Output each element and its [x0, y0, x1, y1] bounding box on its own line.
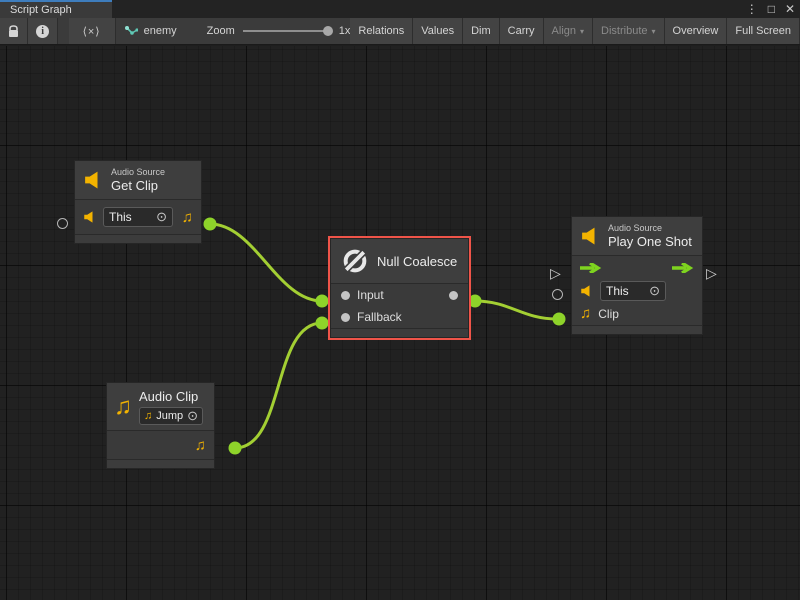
node-null-coalesce[interactable]: Null Coalesce Input Fallback — [330, 238, 469, 338]
inspect-button[interactable]: i — [28, 18, 58, 44]
node-footer — [75, 234, 201, 243]
window-controls: ⋮ □ ✕ — [746, 0, 795, 18]
menu-icon[interactable]: ⋮ — [746, 2, 758, 16]
wire-getclip-to-input[interactable] — [210, 224, 322, 301]
tab-bar: Script Graph ⋮ □ ✕ — [0, 0, 800, 18]
port-play-clip[interactable] — [553, 313, 566, 326]
overview-button[interactable]: Overview — [665, 18, 728, 44]
carry-button[interactable]: Carry — [500, 18, 544, 44]
fallback-row: Fallback — [331, 306, 468, 328]
toolbar-gap — [58, 18, 68, 44]
node-title: Get Clip — [111, 178, 165, 193]
toolbar-buttons: Relations Values Dim Carry Align▾ Distri… — [350, 18, 800, 44]
port-null-output[interactable] — [469, 295, 482, 308]
lock-icon — [8, 25, 19, 38]
node-play-one-shot[interactable]: Audio Source Play One Shot This ⊙ ♫ Clip — [571, 216, 703, 335]
tab-script-graph[interactable]: Script Graph — [0, 0, 112, 18]
port-getclip-output[interactable] — [204, 218, 217, 231]
clip-row: ♫ Clip — [572, 302, 702, 325]
port-audioclip-output[interactable] — [229, 442, 242, 455]
clip-label: Clip — [598, 307, 619, 321]
audio-source-icon — [83, 211, 96, 223]
port-null-fallback[interactable] — [316, 317, 329, 330]
target-object-field[interactable]: This ⊙ — [103, 207, 173, 227]
object-picker-icon[interactable]: ⊙ — [187, 408, 198, 424]
info-icon: i — [36, 25, 49, 38]
graph-icon — [124, 25, 138, 38]
code-view-icon: ⟨×⟩ — [83, 25, 101, 38]
flow-in-arrow-icon[interactable] — [580, 263, 602, 273]
node-footer — [107, 459, 214, 468]
audio-source-icon — [580, 285, 593, 297]
node-title: Play One Shot — [608, 234, 692, 249]
flow-out-arrow-icon[interactable] — [672, 263, 694, 273]
node-header: Audio Source Get Clip — [75, 161, 201, 200]
unity-script-graph-window: Script Graph ⋮ □ ✕ i ⟨×⟩ enemy Zoom — [0, 0, 800, 600]
lock-button[interactable] — [0, 18, 28, 44]
music-note-icon: ♫ — [580, 306, 591, 321]
play-flow-out-port[interactable]: ▷ — [706, 266, 717, 280]
tab-label: Script Graph — [10, 4, 72, 16]
node-footer — [331, 328, 468, 337]
output-port-icon[interactable] — [449, 291, 458, 300]
audio-source-icon — [83, 171, 103, 189]
target-picker-icon[interactable]: ⊙ — [156, 209, 167, 225]
play-target-port[interactable] — [552, 289, 563, 300]
port-null-input[interactable] — [316, 295, 329, 308]
chevron-down-icon: ▾ — [580, 27, 584, 36]
node-title: Audio Clip — [139, 389, 203, 404]
input-row: Input — [331, 284, 468, 306]
zoom-slider[interactable] — [243, 30, 331, 32]
node-header: Audio Source Play One Shot — [572, 217, 702, 256]
zoom-slider-handle[interactable] — [323, 26, 333, 36]
music-note-icon: ♫ — [144, 411, 152, 422]
audio-clip-field[interactable]: ♫ Jump ⊙ — [139, 407, 203, 425]
full-screen-button[interactable]: Full Screen — [727, 18, 800, 44]
dim-button[interactable]: Dim — [463, 18, 500, 44]
align-button[interactable]: Align▾ — [544, 18, 593, 44]
maximize-icon[interactable]: □ — [768, 2, 775, 16]
music-note-icon: ♫ — [195, 438, 206, 453]
audio-clip-icon: ♫ — [114, 395, 132, 419]
close-icon[interactable]: ✕ — [785, 2, 795, 16]
graph-toolbar: i ⟨×⟩ enemy Zoom 1x Relations Values Dim… — [0, 18, 800, 45]
fallback-label: Fallback — [357, 310, 402, 324]
audio-source-icon — [580, 227, 600, 245]
distribute-button[interactable]: Distribute▾ — [593, 18, 664, 44]
music-note-icon: ♫ — [182, 210, 193, 225]
node-footer — [572, 325, 702, 334]
graph-canvas[interactable]: Audio Source Get Clip This ⊙ ♫ — [0, 46, 800, 600]
input-label: Input — [357, 288, 384, 302]
code-view-button[interactable]: ⟨×⟩ — [69, 18, 116, 44]
wire-audioclip-to-fallback[interactable] — [235, 323, 322, 448]
chevron-down-icon: ▾ — [652, 27, 656, 36]
output-row: ♫ — [107, 431, 214, 459]
get-clip-target-port[interactable] — [57, 218, 68, 229]
values-button[interactable]: Values — [413, 18, 463, 44]
zoom-value: 1x — [339, 25, 351, 37]
flow-row — [572, 256, 702, 279]
graph-name-label: enemy — [144, 25, 177, 37]
node-header: ♫ Audio Clip ♫ Jump ⊙ — [107, 383, 214, 431]
node-subtitle: Audio Source — [111, 167, 165, 177]
zoom-label: Zoom — [207, 25, 235, 37]
target-picker-icon[interactable]: ⊙ — [649, 283, 660, 299]
fallback-port-icon[interactable] — [341, 313, 350, 322]
graph-breadcrumb[interactable]: enemy — [116, 18, 185, 44]
node-audio-clip[interactable]: ♫ Audio Clip ♫ Jump ⊙ ♫ — [106, 382, 215, 469]
node-header: Null Coalesce — [331, 239, 468, 284]
input-port-icon[interactable] — [341, 291, 350, 300]
node-subtitle: Audio Source — [608, 223, 692, 233]
zoom-control: Zoom 1x — [207, 18, 351, 44]
target-row: This ⊙ — [572, 279, 702, 302]
target-object-field[interactable]: This ⊙ — [600, 281, 666, 301]
target-row: This ⊙ ♫ — [75, 200, 201, 234]
relations-button[interactable]: Relations — [350, 18, 413, 44]
node-title: Null Coalesce — [377, 254, 457, 269]
play-flow-in-port[interactable]: ▷ — [550, 266, 561, 280]
node-get-clip[interactable]: Audio Source Get Clip This ⊙ ♫ — [74, 160, 202, 244]
wire-output-to-clip[interactable] — [475, 301, 557, 319]
null-coalesce-icon — [341, 247, 369, 275]
